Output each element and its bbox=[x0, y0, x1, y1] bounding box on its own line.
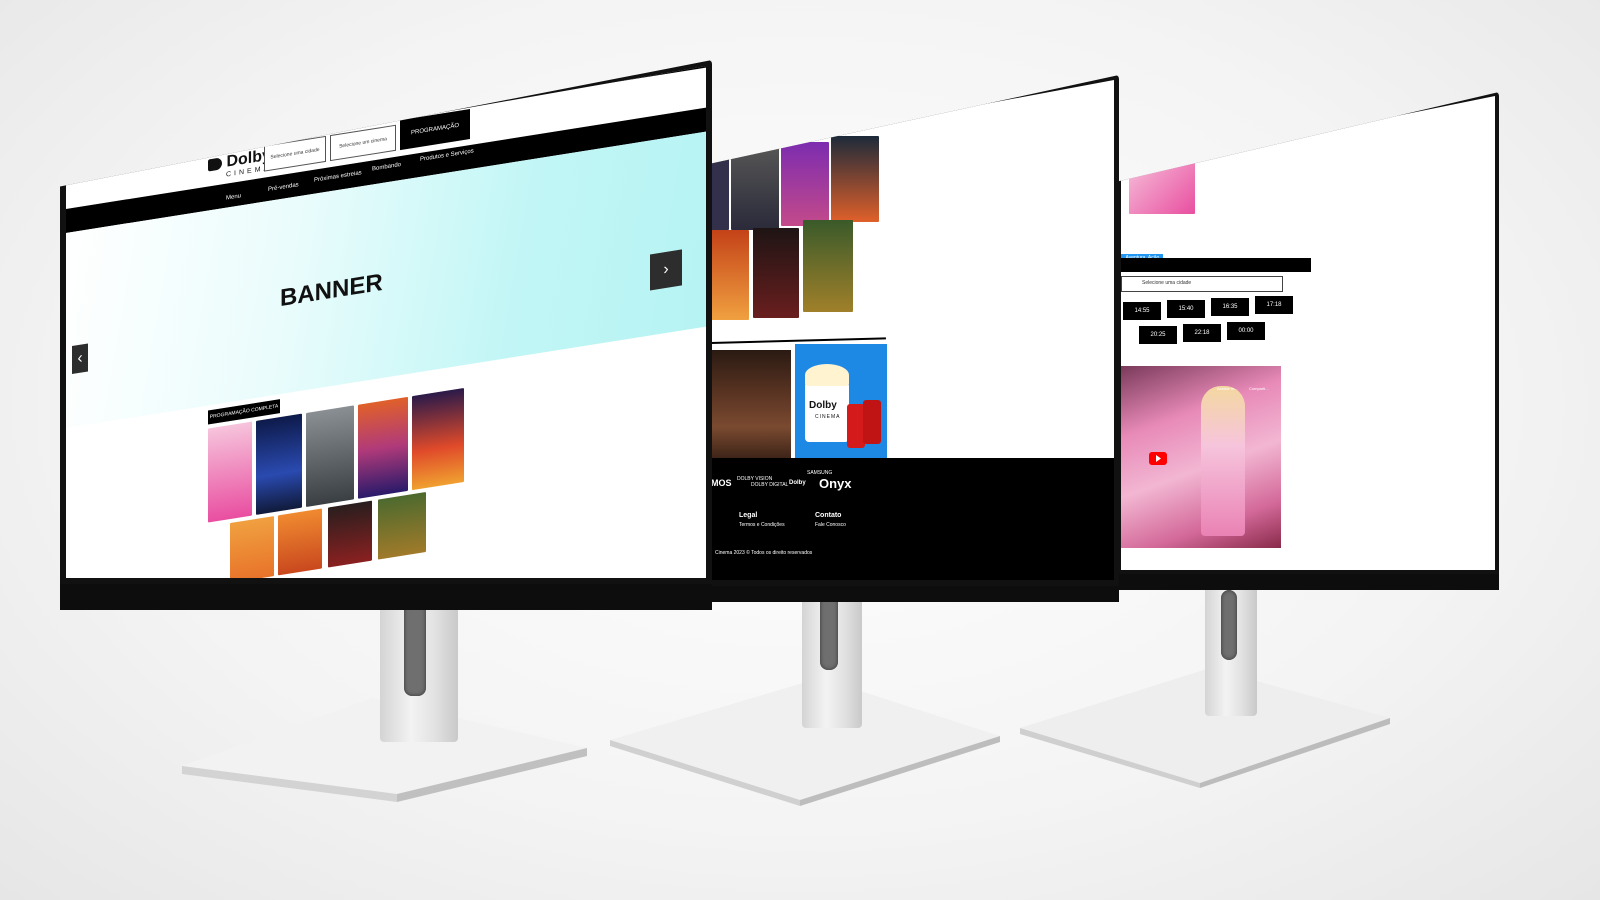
popcorn-sub: CINEMA bbox=[815, 414, 841, 420]
chevron-left-icon: ‹ bbox=[77, 349, 83, 368]
monitor3-chin bbox=[1117, 574, 1499, 590]
movie-poster[interactable] bbox=[306, 405, 354, 507]
city-select[interactable]: Selecione uma cidade bbox=[264, 135, 326, 172]
movie-poster[interactable] bbox=[831, 136, 879, 222]
popcorn-promo-image[interactable]: Dolby CINEMA bbox=[795, 344, 887, 460]
monitor1: Dolby CINEMA Selecione uma cidade Seleci… bbox=[60, 60, 712, 610]
movie-poster[interactable] bbox=[711, 230, 749, 320]
showtime-button[interactable]: 14:55 bbox=[1123, 302, 1161, 320]
popcorn-brand: Dolby bbox=[809, 400, 837, 411]
movie-poster[interactable] bbox=[412, 387, 464, 491]
popcorn-top bbox=[805, 364, 849, 386]
showtime-button[interactable]: 22:18 bbox=[1183, 324, 1221, 342]
monitor3-screen: , Aventura, Ação Selecione uma cidade 14… bbox=[1121, 96, 1495, 570]
movie-poster[interactable] bbox=[803, 220, 853, 312]
detail-header-bar bbox=[1121, 258, 1311, 272]
movie-poster[interactable] bbox=[711, 150, 729, 230]
movie-poster[interactable] bbox=[256, 413, 302, 515]
movie-poster[interactable] bbox=[731, 148, 779, 230]
barbie-poster bbox=[1129, 156, 1195, 214]
city-select-placeholder: Selecione uma cidade bbox=[270, 146, 320, 161]
share-label[interactable]: Comparti... bbox=[1249, 386, 1269, 391]
dolby-logo[interactable]: Dolby CINEMA bbox=[208, 146, 271, 181]
monitor2: Dolby CINEMA MOS DOLBY VISION DOLBY DIGI… bbox=[706, 75, 1119, 602]
site-footer: MOS DOLBY VISION DOLBY DIGITAL Dolby SAM… bbox=[711, 458, 1114, 580]
programacao-button[interactable]: PROGRAMAÇÃO bbox=[400, 109, 470, 151]
nav-menu[interactable]: Menu bbox=[226, 193, 241, 201]
trailer-video[interactable]: Assistir m... Comparti... bbox=[1121, 366, 1281, 548]
city-select-placeholder: Selecione uma cidade bbox=[1142, 280, 1192, 286]
footer-logo: DOLBY DIGITAL bbox=[751, 482, 789, 488]
nav-bombando[interactable]: Bombando bbox=[372, 162, 401, 173]
cinema-select[interactable]: Selecione um cinema bbox=[330, 124, 396, 162]
movie-poster[interactable] bbox=[328, 500, 372, 568]
programacao-label: PROGRAMAÇÃO bbox=[410, 122, 459, 137]
movie-poster[interactable] bbox=[753, 228, 799, 318]
showtime-button[interactable]: 16:35 bbox=[1211, 298, 1249, 316]
movie-poster[interactable] bbox=[278, 508, 322, 576]
cinema-select-placeholder: Selecione um cinema bbox=[339, 136, 387, 150]
showtime-label: 14:55 bbox=[1134, 308, 1150, 314]
showtime-button[interactable]: 15:40 bbox=[1167, 300, 1205, 318]
nav-pre-vendas[interactable]: Pré-vendas bbox=[268, 182, 299, 193]
chevron-right-icon: › bbox=[663, 260, 669, 279]
section-divider bbox=[711, 337, 886, 344]
nav-proximas-estreias[interactable]: Próximas estreias bbox=[314, 170, 362, 184]
popcorn-bucket: Dolby CINEMA bbox=[805, 382, 849, 442]
movie-poster[interactable] bbox=[781, 142, 829, 226]
showtime-button[interactable]: 17:18 bbox=[1255, 296, 1293, 314]
monitor1-chin bbox=[60, 584, 712, 610]
showtime-label: 00:00 bbox=[1238, 328, 1254, 334]
showtime-label: 20:25 bbox=[1150, 332, 1166, 338]
youtube-play-icon[interactable] bbox=[1149, 452, 1167, 465]
showtime-label: 16:35 bbox=[1222, 304, 1238, 310]
banner-next-button[interactable]: › bbox=[650, 249, 682, 291]
banner-prev-button[interactable]: ‹ bbox=[72, 343, 88, 375]
monitor2-stand-slot bbox=[820, 592, 838, 670]
footer-logo: Onyx bbox=[819, 476, 852, 491]
site-content: Dolby CINEMA Selecione uma cidade Seleci… bbox=[66, 66, 706, 578]
showtime-label: 22:18 bbox=[1194, 330, 1210, 336]
monitor1-stand-slot bbox=[404, 600, 426, 696]
monitor3-stand-slot bbox=[1221, 590, 1237, 660]
footer-contact-link[interactable]: Fale Conosco bbox=[815, 522, 846, 528]
soda-can bbox=[863, 400, 881, 444]
showtime-button[interactable]: 20:25 bbox=[1139, 326, 1177, 344]
footer-logo: Dolby bbox=[789, 480, 806, 486]
programacao-completa-label: PROGRAMAÇÃO COMPLETA bbox=[209, 403, 279, 421]
footer-legal-title: Legal bbox=[739, 512, 758, 519]
monitor2-screen: Dolby CINEMA MOS DOLBY VISION DOLBY DIGI… bbox=[711, 80, 1114, 580]
showtime-label: 17:18 bbox=[1266, 302, 1282, 308]
footer-logo: MOS bbox=[711, 478, 732, 488]
movie-poster[interactable] bbox=[208, 421, 252, 523]
footer-terms-link[interactable]: Termos e Condições bbox=[739, 522, 785, 528]
watch-later-label[interactable]: Assistir m... bbox=[1217, 386, 1238, 391]
cinema-hall-image[interactable] bbox=[711, 350, 791, 460]
monitor3: , Aventura, Ação Selecione uma cidade 14… bbox=[1117, 92, 1499, 590]
footer-copyright: Cinema 2023 © Todos os direito reservado… bbox=[715, 550, 813, 556]
monitor2-chin bbox=[706, 586, 1119, 602]
showtime-label: 15:40 bbox=[1178, 306, 1194, 312]
movie-poster[interactable] bbox=[230, 516, 274, 578]
footer-contact-title: Contato bbox=[815, 512, 842, 519]
video-figure bbox=[1201, 386, 1245, 536]
nav-produtos-servicos[interactable]: Produtos e Serviços bbox=[420, 148, 474, 163]
city-select[interactable]: Selecione uma cidade bbox=[1121, 276, 1283, 292]
monitor1-screen: Dolby CINEMA Selecione uma cidade Seleci… bbox=[66, 66, 706, 578]
dolby-icon bbox=[208, 157, 222, 172]
movie-poster[interactable] bbox=[358, 396, 408, 499]
movie-poster[interactable] bbox=[378, 491, 426, 560]
showtime-button[interactable]: 00:00 bbox=[1227, 322, 1265, 340]
